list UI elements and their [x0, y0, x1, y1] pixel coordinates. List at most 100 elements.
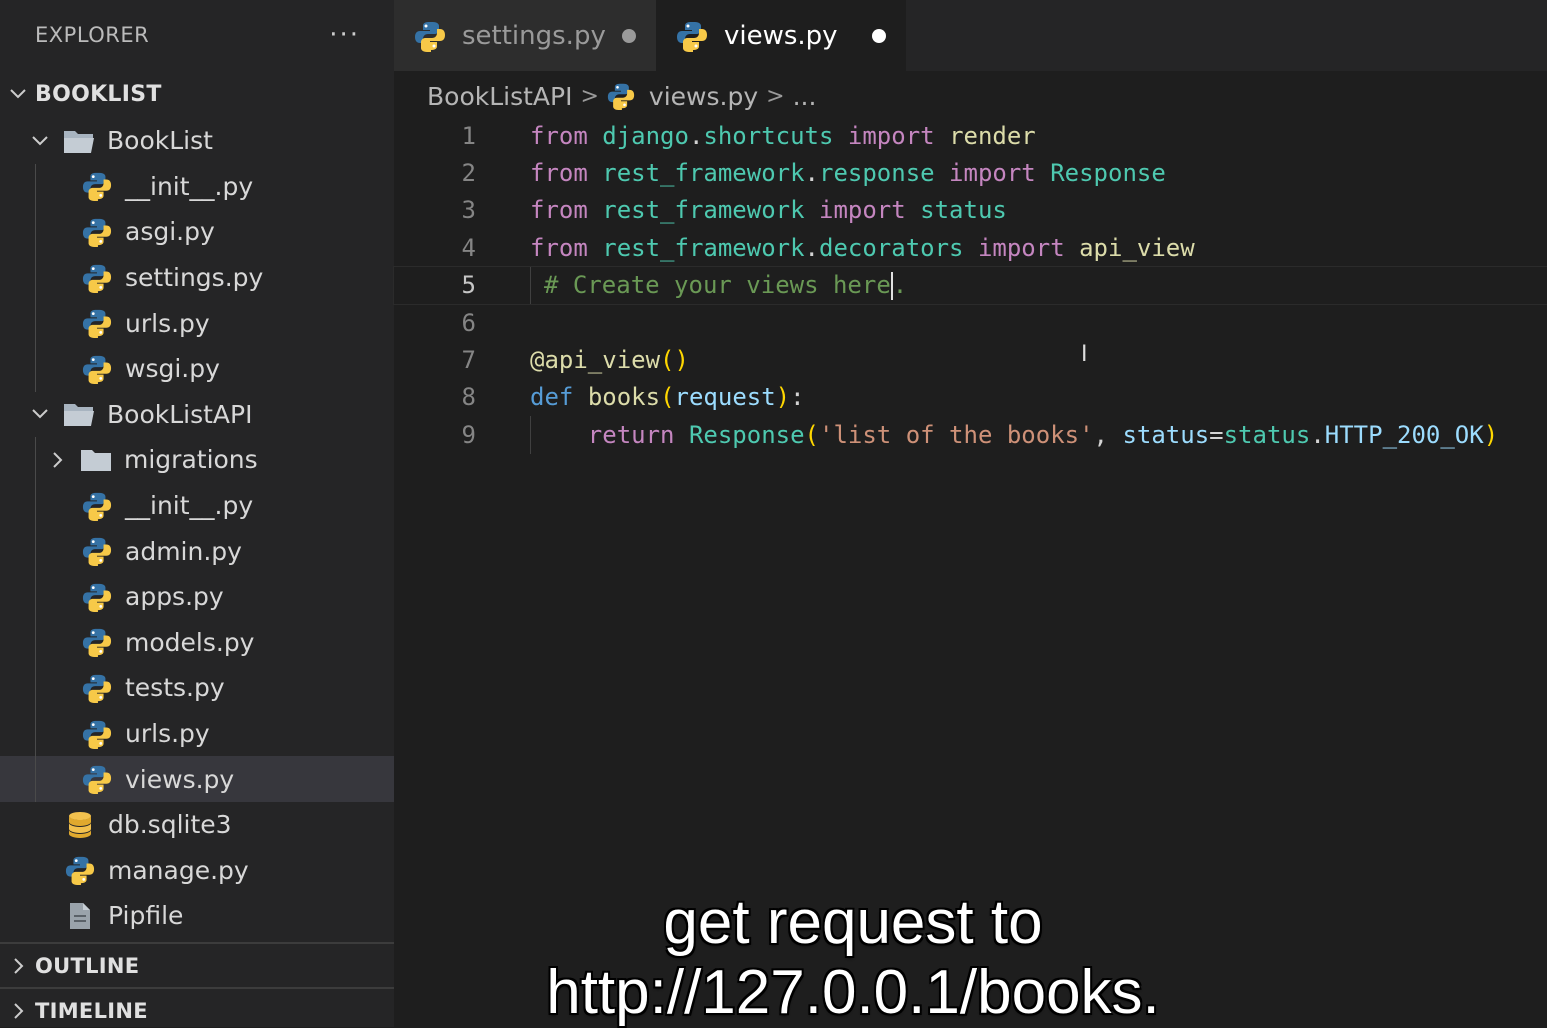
- python-file-icon: [81, 170, 113, 202]
- outline-panel[interactable]: OUTLINE: [0, 942, 394, 987]
- tab-views-py[interactable]: views.py: [656, 0, 906, 71]
- code-token: from: [530, 233, 588, 262]
- code-token: ): [775, 383, 791, 412]
- database-icon: [64, 809, 96, 841]
- unsaved-dot-icon[interactable]: [622, 28, 636, 43]
- code-token: books: [587, 383, 661, 412]
- python-file-icon: [81, 626, 113, 658]
- code-line[interactable]: 3 from rest_framework import status: [394, 192, 1547, 229]
- chevron-down-icon[interactable]: [27, 401, 53, 427]
- outline-label: OUTLINE: [35, 953, 140, 978]
- chevron-down-icon[interactable]: [27, 128, 53, 154]
- tree-item[interactable]: migrations: [0, 437, 394, 483]
- breadcrumb-symbols[interactable]: ...: [793, 82, 817, 111]
- workspace-root[interactable]: BOOKLIST: [0, 70, 394, 118]
- folder-icon: [80, 444, 112, 476]
- indent-guide: [35, 163, 36, 210]
- tree-item[interactable]: wsgi.py: [0, 345, 394, 392]
- line-number: 9: [461, 420, 476, 449]
- line-number: 4: [461, 233, 476, 262]
- tree-item[interactable]: admin.py: [0, 528, 394, 574]
- tree-item-label: wsgi.py: [125, 354, 220, 384]
- tree-item[interactable]: db.sqlite3: [0, 802, 394, 848]
- tree-item[interactable]: __init__.py: [0, 163, 394, 210]
- code-token: import: [977, 233, 1065, 262]
- code-token: rest_framework: [602, 159, 805, 188]
- tree-item[interactable]: __init__.py: [0, 482, 394, 529]
- chevron-right-icon[interactable]: [44, 447, 70, 473]
- python-file-icon: [676, 19, 710, 53]
- code-token: .: [688, 121, 704, 150]
- tree-item-label: apps.py: [125, 582, 224, 612]
- code-token: import: [949, 159, 1036, 188]
- python-file-icon: [607, 81, 637, 111]
- code-token: import: [847, 121, 935, 150]
- chevron-down-icon: [0, 84, 35, 104]
- code-text: from rest_framework import status: [530, 196, 1007, 224]
- code-line[interactable]: 8 def books(request):: [394, 379, 1547, 416]
- code-line[interactable]: 5 # Create your views here.: [393, 265, 1547, 305]
- code-token: Response: [688, 420, 805, 449]
- line-number: 3: [461, 196, 476, 225]
- tree-item[interactable]: apps.py: [0, 573, 394, 620]
- tree-item[interactable]: Pipfile: [0, 893, 394, 939]
- code-text: from rest_framework.response import Resp…: [530, 159, 1166, 187]
- python-file-icon: [64, 854, 96, 886]
- code-token: from: [530, 196, 588, 225]
- tree-item[interactable]: asgi.py: [0, 209, 394, 255]
- indent-guide: [35, 528, 36, 574]
- more-actions-icon[interactable]: ···: [329, 20, 360, 50]
- code-token: =: [1209, 420, 1224, 449]
- code-token: django: [602, 121, 689, 150]
- tree-item[interactable]: BookList: [0, 118, 394, 164]
- code-editor[interactable]: 1 from django.shortcuts import render 2 fro…: [393, 117, 1547, 454]
- tree-item[interactable]: settings.py: [0, 254, 394, 301]
- breadcrumb-folder[interactable]: BookListAPI: [427, 82, 572, 111]
- timeline-panel[interactable]: TIMELINE: [0, 987, 394, 1027]
- python-file-icon: [81, 216, 113, 248]
- tree-item[interactable]: BookListAPI: [0, 392, 394, 438]
- folder-open-icon: [63, 125, 95, 157]
- code-token: 'list of the books': [819, 420, 1094, 449]
- code-line[interactable]: 2 from rest_framework.response import Res…: [394, 154, 1547, 191]
- tree-item[interactable]: tests.py: [0, 665, 394, 711]
- breadcrumb-file[interactable]: views.py: [649, 82, 758, 111]
- code-line[interactable]: 6: [394, 304, 1547, 341]
- tab-label: views.py: [724, 20, 838, 51]
- code-token: # Create your views here: [544, 270, 891, 299]
- code-token: from: [530, 159, 588, 188]
- code-line[interactable]: 9 return Response('list of the books', s…: [394, 416, 1547, 454]
- code-line[interactable]: 1 from django.shortcuts import render: [394, 117, 1547, 154]
- tree-item[interactable]: models.py: [0, 619, 394, 666]
- tree-item[interactable]: urls.py: [0, 300, 394, 346]
- tree-item-label: settings.py: [125, 263, 264, 293]
- tree-item[interactable]: urls.py: [0, 710, 394, 757]
- python-file-icon: [81, 262, 113, 294]
- code-token: .: [804, 233, 819, 262]
- tree-item[interactable]: views.py: [0, 756, 394, 802]
- indent-guide: [35, 254, 36, 301]
- line-number: 8: [461, 383, 476, 412]
- unsaved-dot-icon[interactable]: [872, 28, 886, 43]
- text-cursor-icon: I: [1081, 342, 1088, 367]
- tree-item-label: models.py: [125, 627, 255, 657]
- tree-item-label: db.sqlite3: [108, 810, 232, 840]
- line-number: 2: [461, 159, 476, 188]
- tab-settings-py[interactable]: settings.py: [394, 0, 656, 71]
- tree-item[interactable]: manage.py: [0, 848, 394, 894]
- code-line[interactable]: 7 @api_view(): [394, 341, 1547, 378]
- code-line[interactable]: 4 from rest_framework.decorators import a…: [394, 229, 1547, 266]
- file-icon: [64, 900, 96, 932]
- code-token: request: [674, 383, 776, 412]
- line-number: 6: [461, 308, 476, 337]
- tree-item-label: BookListAPI: [107, 399, 253, 429]
- python-file-icon: [81, 718, 113, 750]
- code-text: def books(request):: [530, 383, 805, 411]
